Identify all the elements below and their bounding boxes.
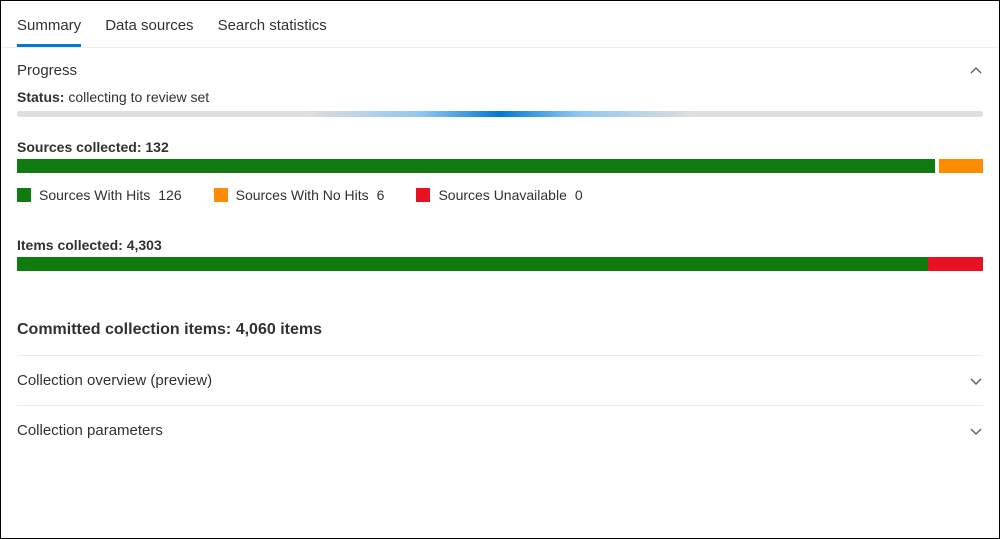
status-value: collecting to review set: [68, 89, 209, 105]
tab-data-sources[interactable]: Data sources: [105, 11, 193, 47]
section-parameters-header[interactable]: Collection parameters: [17, 406, 983, 455]
swatch-red-icon: [416, 188, 430, 202]
sources-bar-no-hits: [939, 159, 983, 173]
legend-no-hits: Sources With No Hits 6: [214, 187, 385, 203]
tab-bar: Summary Data sources Search statistics: [1, 1, 999, 48]
chevron-up-icon: [969, 64, 983, 78]
swatch-green-icon: [17, 188, 31, 202]
section-parameters: Collection parameters: [17, 405, 983, 455]
items-collected-label: Items collected: 4,303: [17, 237, 983, 253]
status-line: Status: collecting to review set: [17, 89, 983, 111]
tab-summary[interactable]: Summary: [17, 11, 81, 47]
sources-bar-hits: [17, 159, 935, 173]
sources-collected-bar: [17, 159, 983, 173]
section-overview: Collection overview (preview): [17, 355, 983, 405]
legend-hits: Sources With Hits 126: [17, 187, 182, 203]
section-progress-header[interactable]: Progress: [17, 48, 983, 89]
section-overview-title: Collection overview (preview): [17, 372, 212, 389]
items-bar-done: [17, 257, 928, 271]
items-collected-bar: [17, 257, 983, 271]
chevron-down-icon: [969, 374, 983, 388]
tab-search-statistics[interactable]: Search statistics: [218, 11, 327, 47]
legend-unavailable: Sources Unavailable 0: [416, 187, 582, 203]
section-parameters-title: Collection parameters: [17, 422, 163, 439]
sources-legend: Sources With Hits 126 Sources With No Hi…: [17, 187, 983, 203]
swatch-orange-icon: [214, 188, 228, 202]
sources-collected-label: Sources collected: 132: [17, 139, 983, 155]
items-bar-remaining: [928, 257, 983, 271]
committed-items-label: Committed collection items: 4,060 items: [17, 313, 983, 355]
status-label: Status:: [17, 89, 64, 105]
chevron-down-icon: [969, 424, 983, 438]
progress-bar-indeterminate: [17, 111, 983, 117]
section-progress-title: Progress: [17, 62, 77, 79]
section-overview-header[interactable]: Collection overview (preview): [17, 356, 983, 405]
